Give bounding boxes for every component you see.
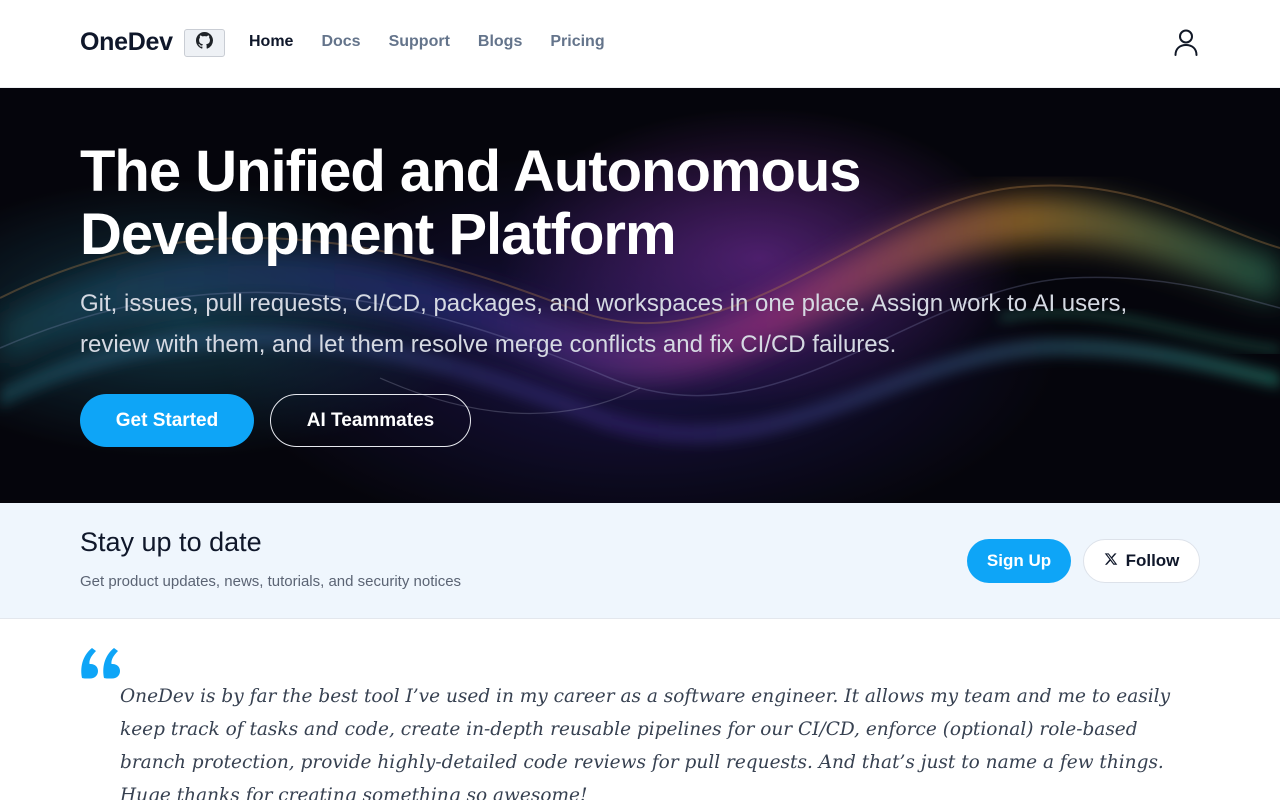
github-button[interactable] [184, 29, 225, 57]
github-icon [196, 32, 213, 54]
newsletter-title: Stay up to date [80, 527, 262, 557]
account-button[interactable] [1170, 28, 1202, 60]
follow-label: Follow [1125, 551, 1180, 570]
hero-title: The Unified and Autonomous Development P… [80, 140, 980, 266]
logo[interactable]: OneDev [80, 28, 173, 57]
nav-home[interactable]: Home [249, 33, 293, 51]
sign-up-button[interactable]: Sign Up [967, 539, 1071, 583]
get-started-button[interactable]: Get Started [80, 394, 254, 447]
hero-title-line-2: Development Platform [80, 202, 677, 267]
main-nav: Home Docs Support Blogs Pricing [249, 33, 605, 51]
user-icon [1173, 28, 1199, 61]
nav-blogs[interactable]: Blogs [478, 33, 522, 51]
testimonial-quote: OneDev is by far the best tool I’ve used… [120, 686, 1171, 800]
hero-subtitle: Git, issues, pull requests, CI/CD, packa… [80, 290, 1128, 358]
nav-pricing[interactable]: Pricing [550, 33, 604, 51]
quote-icon [80, 644, 122, 680]
nav-docs[interactable]: Docs [321, 33, 360, 51]
follow-x-button[interactable]: Follow [1083, 539, 1200, 583]
hero-title-line-1: The Unified and Autonomous [80, 139, 862, 204]
newsletter-section: Stay up to date Get product updates, new… [0, 503, 1280, 619]
newsletter-subtitle: Get product updates, news, tutorials, an… [80, 573, 462, 590]
hero-section: The Unified and Autonomous Development P… [0, 88, 1280, 503]
site-header: OneDev Home Docs Support Blogs Pricing [0, 0, 1280, 88]
x-logo-icon [1104, 551, 1118, 571]
ai-teammates-button[interactable]: AI Teammates [270, 394, 471, 447]
nav-support[interactable]: Support [389, 33, 450, 51]
